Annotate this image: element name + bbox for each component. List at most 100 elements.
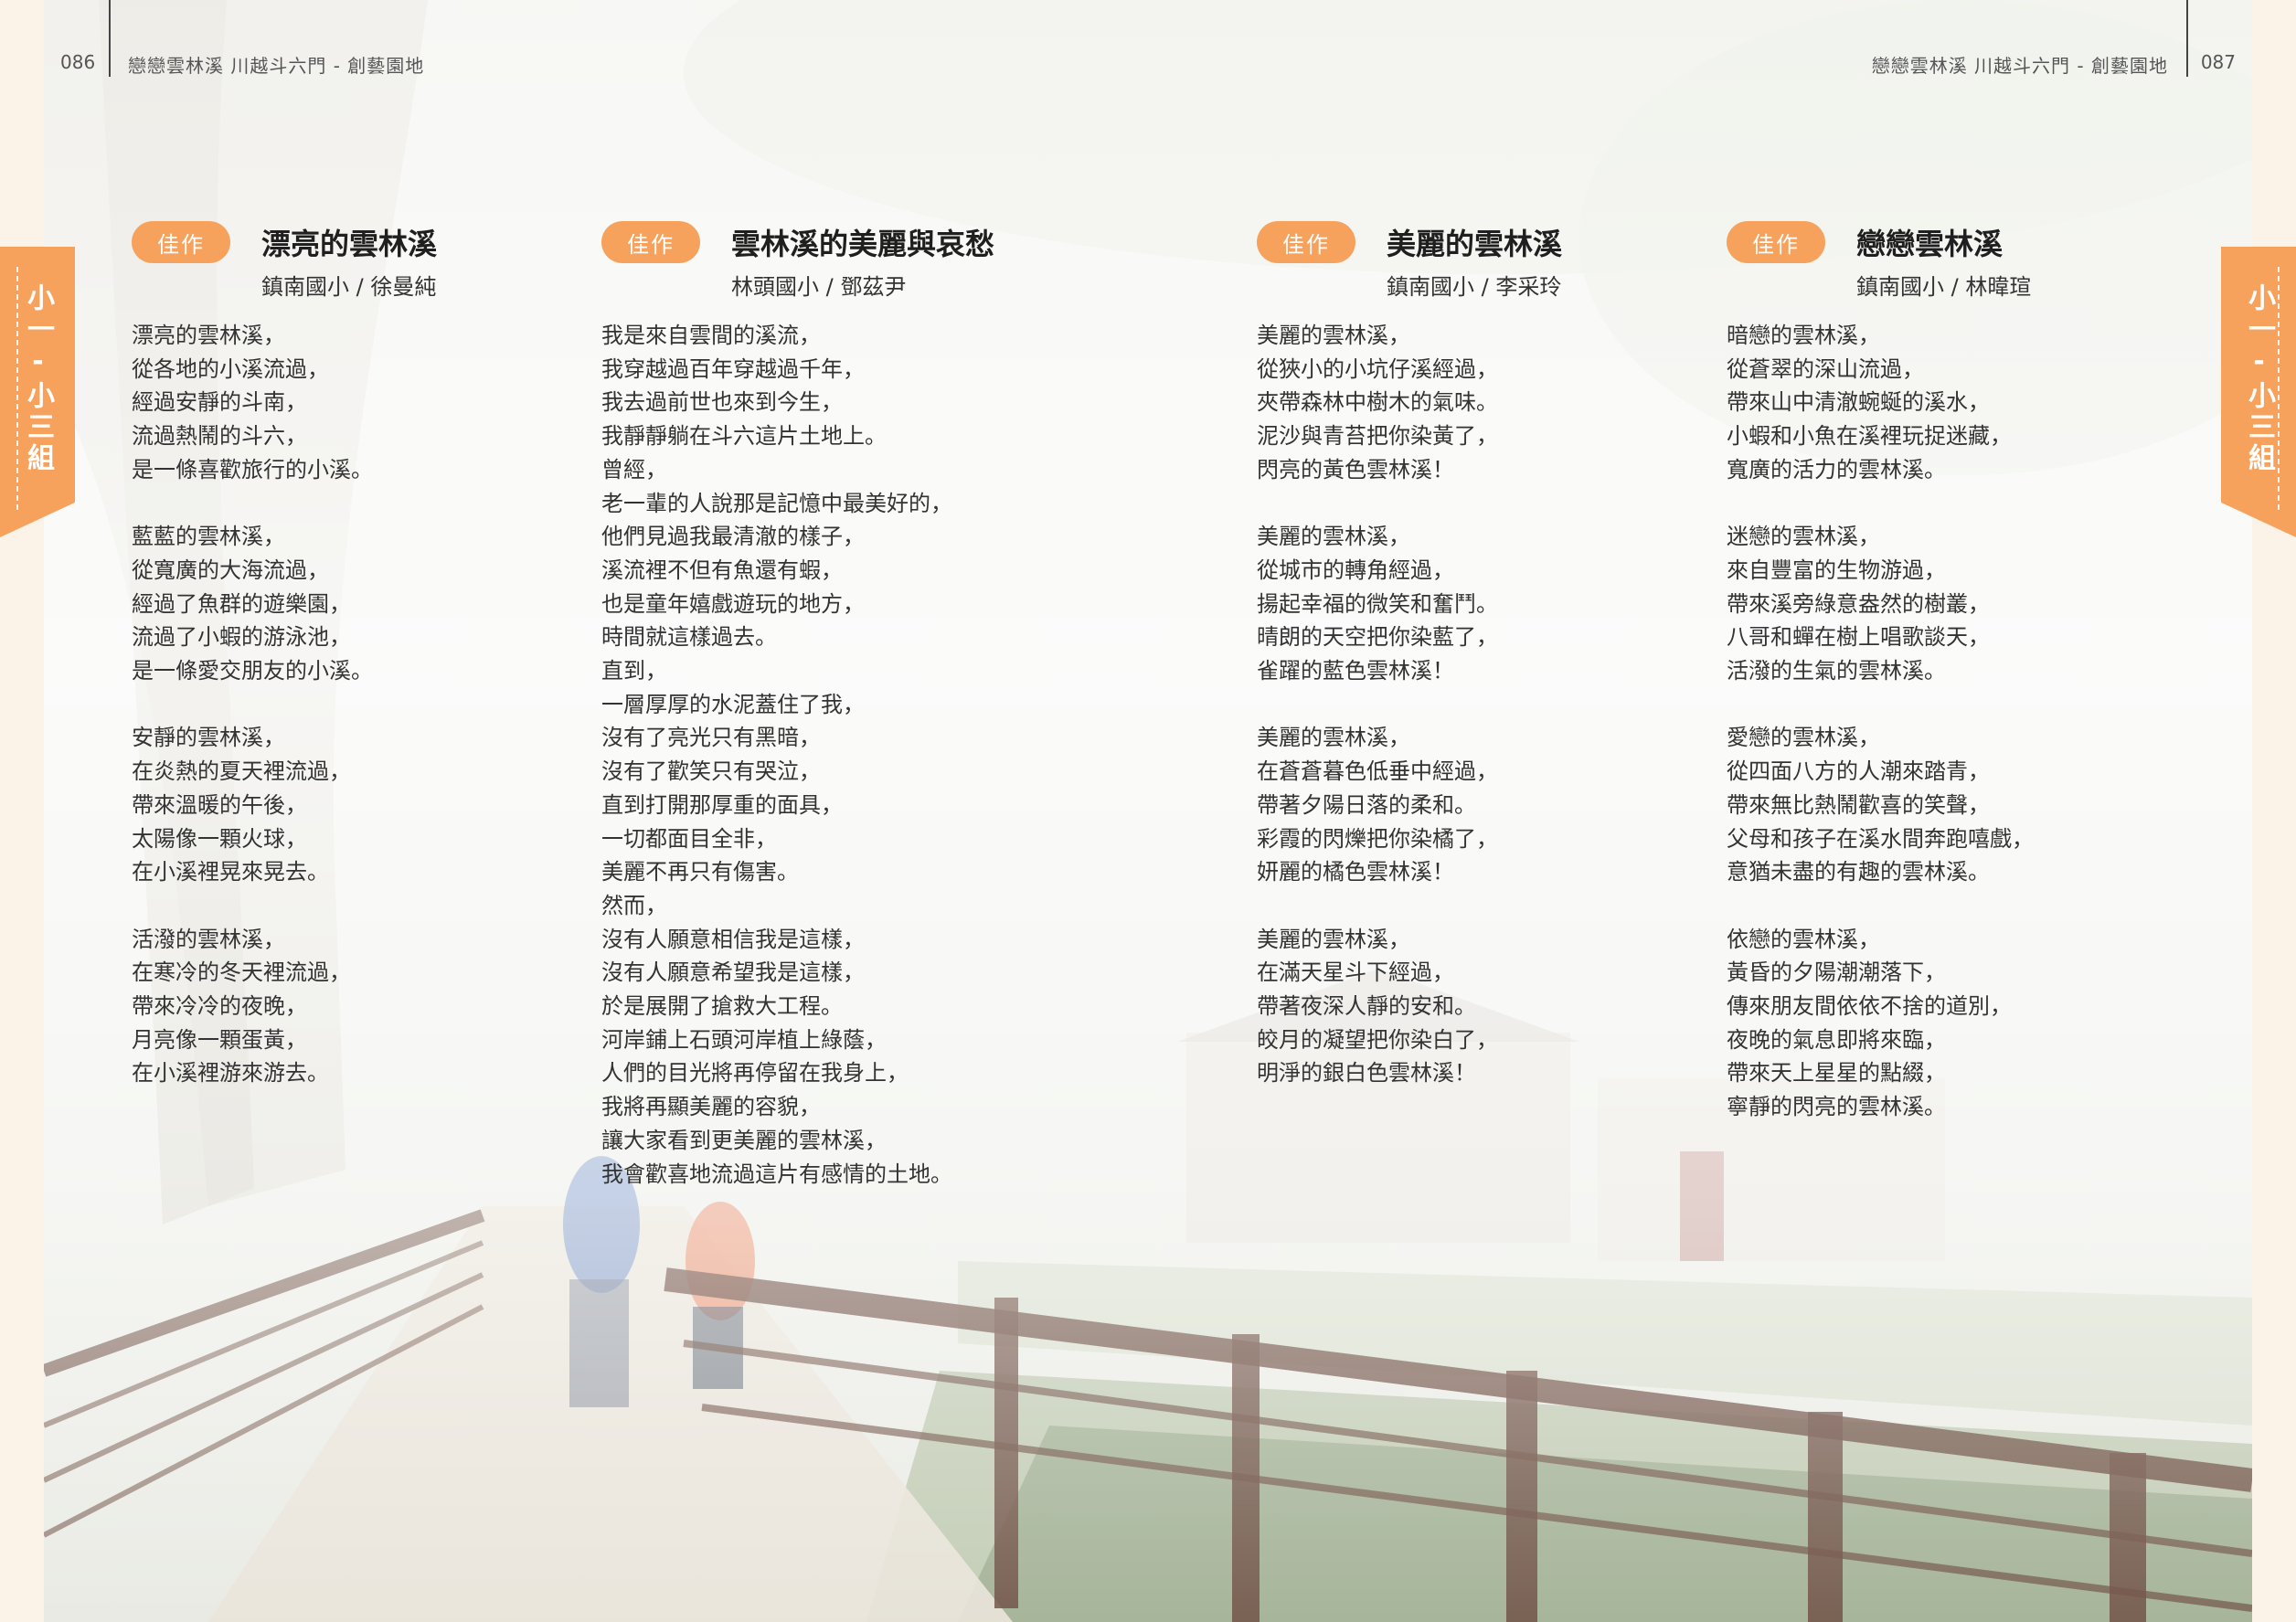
poem-line: 帶來天上星星的點綴， [1727,1060,1946,1087]
poem-line: 在小溪裡晃來晃去。 [132,859,329,885]
poem-body: 我是來自雲間的溪流， 我穿越過百年穿越過千年， 我去過前世也來到今生， 我靜靜躺在斗六… [601,319,994,1191]
poem-line: 在蒼蒼暮色低垂中經過， [1257,758,1498,785]
poem-line: 時間就這樣過去。 [601,624,777,651]
poem-body: 美麗的雲林溪， 從狹小的小坑仔溪經過， 夾帶森林中樹木的氣味。 泥沙與青苔把你染黃了，… [1257,319,1562,1090]
poem-line: 閃亮的黃色雲林溪！ [1257,456,1454,482]
poem-line: 意猶未盡的有趣的雲林溪。 [1727,859,1990,885]
poem-line: 安靜的雲林溪， [132,725,285,751]
poem-line: 帶來溫暖的午後， [132,791,307,818]
award-badge: 佳作 [1727,221,1825,263]
poem-line: 泥沙與青苔把你染黃了， [1257,423,1498,450]
poem-line: 我將再顯美麗的容貌， [601,1094,821,1120]
poem-3: 佳作 美麗的雲林溪 鎮南國小 / 李采玲 美麗的雲林溪， 從狹小的小坑仔溪經過， 夾… [1257,219,1562,1090]
poem-line: 寧靜的閃亮的雲林溪。 [1727,1094,1946,1120]
poem-line: 美麗的雲林溪， [1257,926,1410,952]
poem-line: 在滿天星斗下經過， [1257,959,1454,986]
poem-line: 人們的目光將再停留在我身上， [601,1060,909,1087]
left-header-rule [109,0,111,77]
poem-line: 一切都面目全非， [601,825,777,852]
left-section-label: 小一-小三組 [22,283,54,474]
poem-line: 帶來無比熱鬧歡喜的笑聲， [1727,791,1990,818]
poem-line: 美麗的雲林溪， [1257,725,1410,751]
poem-line: 夜晚的氣息即將來臨， [1727,1026,1946,1053]
poem-line: 從城市的轉角經過， [1257,557,1454,583]
right-running-header: 戀戀雲林溪 川越斗六門 - 創藝園地 [1871,55,2168,77]
poem-line: 我穿越過百年穿越過千年， [601,355,865,382]
poem-line: 流過了小蝦的游泳池， [132,624,351,651]
poem-2: 佳作 雲林溪的美麗與哀愁 林頭國小 / 鄧茲尹 我是來自雲間的溪流， 我穿越過百年… [601,219,994,1191]
poem-line: 美麗的雲林溪， [1257,524,1410,550]
poem-line: 美麗的雲林溪， [1257,323,1410,348]
poem-line: 帶來山中清澈蜿蜒的溪水， [1727,389,1990,416]
award-badge: 佳作 [132,221,230,263]
stanza-break [1727,487,2034,521]
poem-line: 河岸鋪上石頭河岸植上綠蔭， [601,1026,887,1053]
stanza-break [1727,688,2034,722]
poem-line: 直到， [601,658,667,684]
stanza-break [1727,889,2034,923]
poem-line: 一層厚厚的水泥蓋住了我， [601,691,865,717]
stanza-break [1257,889,1562,923]
poem-title: 雲林溪的美麗與哀愁 [731,227,995,261]
stanza-break [1257,688,1562,722]
poem-line: 彩霞的閃爍把你染橘了， [1257,825,1498,852]
poem-author: 鎮南國小 / 李采玲 [1387,274,1562,300]
poem-line: 小蝦和小魚在溪裡玩捉迷藏， [1727,423,2012,450]
poem-line: 我會歡喜地流過這片有感情的土地。 [601,1161,952,1187]
poem-line: 揚起幸福的微笑和奮鬥。 [1257,590,1498,617]
poem-author: 鎮南國小 / 徐曼純 [261,274,437,300]
poem-line: 老一輩的人說那是記憶中最美好的， [601,490,952,516]
poem-line: 他們見過我最清澈的樣子， [601,524,865,550]
stanza-break [132,889,437,923]
stanza-break [1257,487,1562,521]
poem-line: 妍麗的橘色雲林溪！ [1257,859,1454,885]
poem-line: 我靜靜躺在斗六這片土地上。 [601,423,887,450]
poem-line: 沒有人願意相信我是這樣， [601,926,865,952]
poem-title: 美麗的雲林溪 [1387,227,1563,261]
poem-line: 迷戀的雲林溪， [1727,524,1880,550]
poem-line: 愛戀的雲林溪， [1727,725,1880,751]
right-section-label: 小一-小三組 [2243,283,2275,474]
right-header-rule [2186,0,2188,77]
poem-line: 夾帶森林中樹木的氣味。 [1257,389,1498,416]
poem-line: 是一條喜歡旅行的小溪。 [132,456,373,482]
poem-line: 帶來溪旁綠意盎然的樹叢， [1727,590,1990,617]
poem-line: 太陽像一顆火球， [132,825,307,852]
poem-title: 漂亮的雲林溪 [261,227,438,261]
poem-line: 我去過前世也來到今生， [601,389,843,416]
poem-line: 從狹小的小坑仔溪經過， [1257,355,1498,382]
poem-line: 曾經， [601,456,667,482]
poem-line: 從各地的小溪流過， [132,355,329,382]
poem-line: 來自豐富的生物游過， [1727,557,1946,583]
poem-title: 戀戀雲林溪 [1856,227,2004,261]
poem-line: 經過了魚群的遊樂園， [132,590,351,617]
poem-line: 沒有人願意希望我是這樣， [601,959,865,986]
stanza-break [132,487,437,521]
poem-line: 帶著夕陽日落的柔和。 [1257,791,1476,818]
poem-line: 在小溪裡游來游去。 [132,1060,329,1087]
poem-line: 美麗不再只有傷害。 [601,859,799,885]
poem-line: 藍藍的雲林溪， [132,524,285,550]
award-badge: 佳作 [601,221,700,263]
poem-line: 讓大家看到更美麗的雲林溪， [601,1127,887,1153]
right-section-tab: 小一-小三組 [2221,247,2296,537]
poem-line: 從寬廣的大海流過， [132,557,329,583]
award-badge: 佳作 [1257,221,1355,263]
poem-line: 在炎熱的夏天裡流過， [132,758,351,785]
left-page-number: 086 [60,51,96,73]
poem-line: 從四面八方的人潮來踏青， [1727,758,1990,785]
poem-line: 晴朗的天空把你染藍了， [1257,624,1498,651]
poem-line: 溪流裡不但有魚還有蝦， [601,557,843,583]
poem-body: 暗戀的雲林溪， 從蒼翠的深山流過， 帶來山中清澈蜿蜒的溪水， 小蝦和小魚在溪裡玩捉迷藏… [1727,319,2034,1124]
poem-line: 八哥和蟬在樹上唱歌談天， [1727,624,1990,651]
poem-line: 是一條愛交朋友的小溪。 [132,658,373,684]
poem-line: 帶來冷冷的夜晚， [132,993,307,1020]
poem-4: 佳作 戀戀雲林溪 鎮南國小 / 林暐瑄 暗戀的雲林溪， 從蒼翠的深山流過， 帶來山中… [1727,219,2034,1124]
poem-body: 漂亮的雲林溪， 從各地的小溪流過， 經過安靜的斗南， 流過熱鬧的斗六， 是一條喜歡旅行的… [132,319,437,1090]
poem-line: 也是童年嬉戲遊玩的地方， [601,590,865,617]
poem-line: 在寒冷的冬天裡流過， [132,959,351,986]
poem-line: 活潑的生氣的雲林溪。 [1727,658,1946,684]
poem-line: 於是展開了搶救大工程。 [601,993,843,1020]
poem-line: 雀躍的藍色雲林溪！ [1257,658,1454,684]
left-running-header: 戀戀雲林溪 川越斗六門 - 創藝園地 [128,55,425,77]
